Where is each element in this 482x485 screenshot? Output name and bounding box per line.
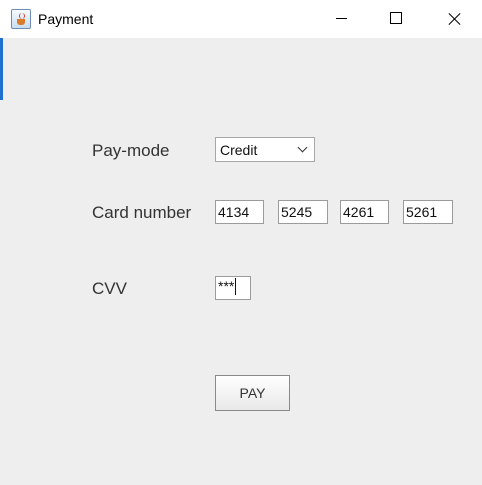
- paymode-label: Pay-mode: [92, 141, 170, 160]
- cvv-masked-value: ***: [218, 278, 235, 294]
- maximize-icon: [390, 12, 402, 24]
- chevron-down-icon: [297, 142, 308, 153]
- cvv-label: CVV: [92, 279, 127, 298]
- minimize-icon: [336, 18, 347, 19]
- card-number-field-4[interactable]: 5261: [403, 200, 453, 224]
- card-number-field-2[interactable]: 5245: [278, 200, 328, 224]
- pay-button[interactable]: PAY: [215, 375, 290, 411]
- minimize-button[interactable]: [317, 0, 363, 38]
- java-cup-icon: [17, 19, 25, 25]
- title-bar[interactable]: Payment: [0, 0, 482, 38]
- paymode-selected-value: Credit: [220, 142, 258, 158]
- text-cursor-icon: [235, 278, 237, 295]
- card-number-field-3[interactable]: 4261: [340, 200, 389, 224]
- window-title: Payment: [38, 11, 94, 27]
- card-number-label: Card number: [92, 203, 192, 222]
- cvv-field[interactable]: ***: [215, 276, 251, 300]
- paymode-select[interactable]: Credit: [215, 137, 315, 162]
- java-app-icon: [11, 9, 31, 29]
- close-button[interactable]: [431, 0, 477, 38]
- maximize-button[interactable]: [372, 0, 418, 38]
- payment-window: Payment Pay-mode Credit Card number 4134…: [0, 0, 482, 485]
- close-icon: [449, 13, 461, 25]
- card-number-field-1[interactable]: 4134: [215, 200, 264, 224]
